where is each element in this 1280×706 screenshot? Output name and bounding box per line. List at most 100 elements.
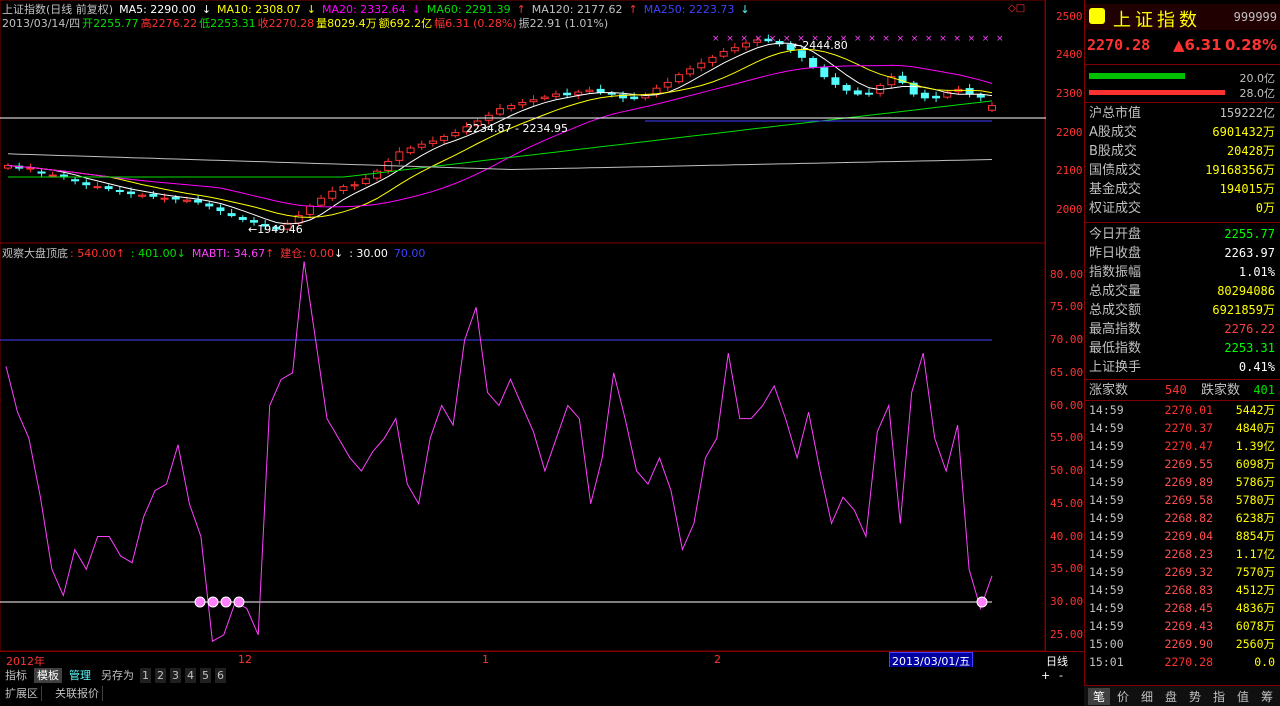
top-cross-marker: × [897,34,905,44]
market-stat-row: 权证成交 0万 [1085,199,1279,218]
indicator-axis-label: 70.00 [1050,333,1084,346]
index-stat-label: 昨日收盘 [1089,246,1142,261]
tick-price: 2268.83 [1164,583,1213,597]
top-cross-marker: × [982,34,990,44]
tick-volume: 4836万 [1235,601,1275,615]
tick-time: 15:00 [1089,637,1124,651]
quote-sidebar: 上证指数 999999 2270.28 ▲6.31 0.28% 20.0亿 28… [1084,0,1280,705]
top-cross-marker: × [953,34,961,44]
chart-corner-icons[interactable]: ◇□ [1008,3,1025,14]
bottom-tab[interactable]: 5 [200,668,211,683]
indicator-axis-label: 65.00 [1050,365,1084,379]
candle-body [115,190,124,192]
chart-frame [0,0,1046,652]
annotation-high: ←2444.80 [793,39,848,52]
price-axis-label: 2300 [1056,87,1083,100]
top-cross-marker: × [854,34,862,44]
market-stat-label: 权证成交 [1089,201,1142,216]
candle-body [574,91,583,96]
down-value: 401 [1253,383,1275,397]
indicator-axis-label: 35.00 [1050,562,1084,576]
advance-decline-row: 涨家数 540 跌家数 401 [1085,381,1279,400]
bottom-tab[interactable]: 6 [215,668,226,683]
zoom-out-button[interactable]: - [1056,668,1066,683]
volume-bar-red [1089,90,1225,95]
index-stat-value: 0.41% [1238,360,1275,374]
candle-body [149,193,158,197]
index-stat-value: 80294086 [1217,284,1275,298]
sidebar-tab[interactable]: 盘 [1160,688,1182,705]
market-stat-value: 19168356万 [1205,163,1275,177]
sidebar-change: ▲6.31 [1173,36,1222,54]
sidebar-tab[interactable]: 价 [1112,688,1134,705]
tick-price: 2270.28 [1164,655,1213,669]
tick-price: 2268.82 [1164,511,1213,525]
sidebar-tab[interactable]: 指 [1208,688,1230,705]
bottom-tab[interactable]: 指标 [2,668,30,683]
price-axis-label: 2500 [1056,9,1083,23]
bottom-tab-secondary[interactable]: 关联报价 [52,686,103,701]
ma10-label: MA10: 2308.07 [217,3,301,16]
tick-price: 2269.90 [1164,637,1213,651]
tick-row: 14:59 2268.82 6238万 [1085,509,1279,527]
bottom-tab[interactable]: 4 [185,668,196,683]
top-cross-marker: × [925,34,933,44]
tick-time: 14:59 [1089,493,1124,507]
candle-body [428,140,437,144]
sidebar-tab[interactable]: 细 [1136,688,1158,705]
tick-volume: 5442万 [1235,403,1275,417]
candle-body [663,81,672,88]
candle-body [585,89,594,93]
index-stat-value: 2255.77 [1224,227,1275,241]
candle-body [127,191,135,195]
bottom-tab[interactable]: 2 [155,668,166,683]
bottom-tab[interactable]: 3 [170,668,181,683]
ma120-arrow-icon: ↑ [628,3,638,16]
index-stat-row: 今日开盘 2255.77 [1085,225,1279,244]
candle-body [160,197,169,200]
change-label: 幅6.31 (0.28%) [434,17,517,30]
ma250-label: MA250: 2223.73 [643,3,735,16]
bottom-tab[interactable]: 另存为 [98,668,137,683]
bottom-tab[interactable]: 管理 [66,668,94,683]
candle-body [540,96,549,100]
bottom-tab-secondary[interactable]: 扩展区 [2,686,42,701]
sidebar-tab[interactable]: 笔 [1088,688,1110,705]
sidebar-tabs: 笔价细盘势指值筹 [1084,685,1280,706]
market-stat-row: 国债成交 19168356万 [1085,161,1279,180]
candle-body [339,186,348,191]
up-label: 涨家数 [1089,383,1129,398]
sidebar-price: 2270.28 [1087,36,1151,54]
tick-row: 14:59 2270.37 4840万 [1085,419,1279,437]
chart-title: 上证指数(日线 前复权) [2,3,114,16]
tick-volume: 2560万 [1235,637,1275,651]
candle-body [708,56,717,63]
tick-volume: 7570万 [1235,565,1275,579]
top-cross-marker: × [726,34,734,44]
candle-body [305,205,314,215]
sidebar-tab[interactable]: 值 [1232,688,1254,705]
candle-body [496,108,504,115]
index-stat-value: 2263.97 [1224,246,1275,260]
close-label: 收2270.28 [257,17,315,30]
bottom-tab[interactable]: 模板 [34,668,62,683]
candle-body [48,174,57,177]
tick-volume: 6238万 [1235,511,1275,525]
tick-volume: 8854万 [1235,529,1275,543]
up-value: 540 [1165,383,1187,397]
tick-time: 14:59 [1089,475,1124,489]
high-label: 高2276.22 [140,17,198,30]
candle-body [518,101,527,106]
sidebar-tab[interactable]: 势 [1184,688,1206,705]
zoom-in-button[interactable]: + [1038,668,1053,683]
indicator-v4: 建仓: 0.00 [280,247,334,260]
bottom-tab[interactable]: 1 [140,668,151,683]
tick-volume: 1.17亿 [1235,547,1275,561]
chart-area[interactable]: × × × × × × × × × × × × × × × × × × × × × ←2444.80 2234.87 - 2… [0,0,1046,667]
market-stat-label: A股成交 [1089,125,1137,140]
index-stat-row: 最低指数 2253.31 [1085,339,1279,358]
time-label-feb: 2 [714,653,721,666]
kline-chart[interactable]: × × × × × × × × × × × × × × × × × × × × ×←2444.802234.87 - 2… [0,0,1046,667]
index-stat-row: 昨日收盘 2263.97 [1085,244,1279,263]
sidebar-tab[interactable]: 筹 [1256,688,1278,705]
